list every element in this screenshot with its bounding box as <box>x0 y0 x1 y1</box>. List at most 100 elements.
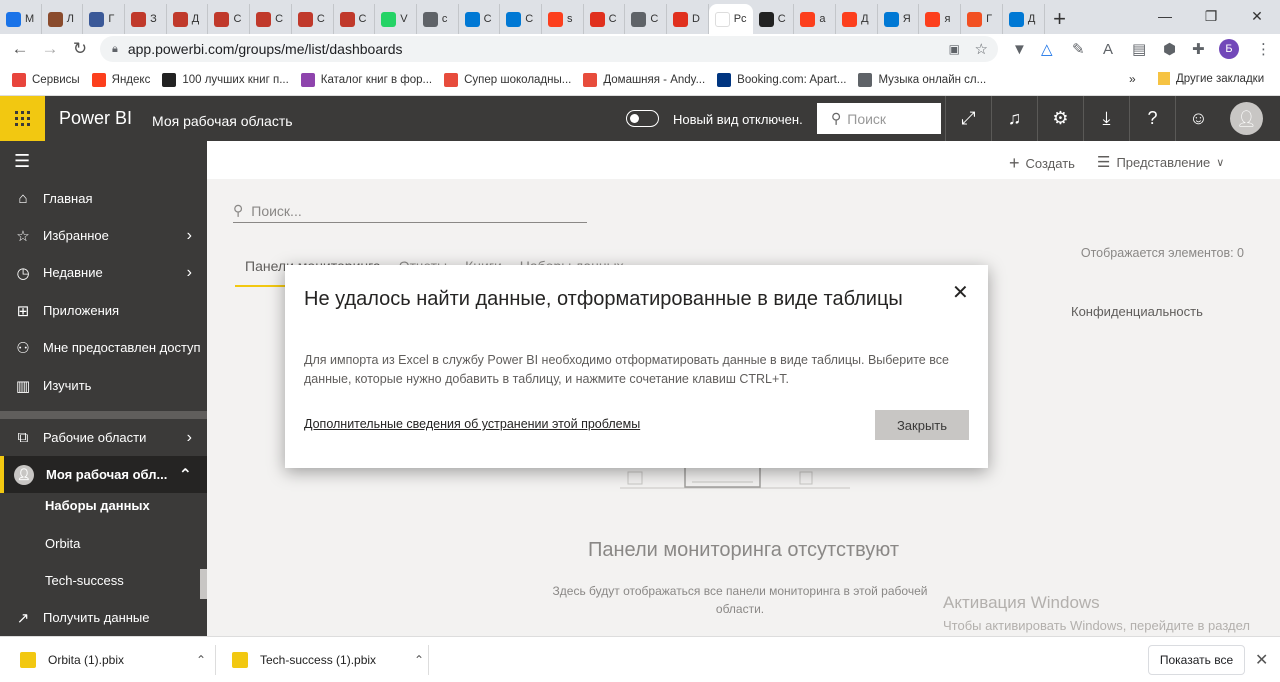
bookmark-item[interactable]: Домашняя - Andy... <box>571 72 705 87</box>
feedback-smiley-icon[interactable]: ☺ <box>1175 96 1221 141</box>
chevron-right-icon[interactable]: › <box>187 264 192 282</box>
list-icon: ☰ <box>1097 154 1111 171</box>
restore-button[interactable]: ❐ <box>1188 0 1234 32</box>
sidebar-item-shared[interactable]: ⚇ Мне предоставлен доступ <box>0 329 207 366</box>
browser-tab[interactable]: Д <box>836 4 878 34</box>
notifications-icon[interactable]: ♫ <box>991 96 1037 141</box>
back-icon[interactable]: ← <box>5 39 35 59</box>
chevron-up-icon[interactable]: ⌃ <box>179 465 192 485</box>
chevron-up-icon[interactable]: ⌃ <box>196 653 206 667</box>
bookmarks-overflow[interactable]: » <box>1129 72 1136 86</box>
browser-tab[interactable]: Pc✕ <box>708 4 753 34</box>
close-icon[interactable]: ✕ <box>952 280 969 305</box>
forward-icon[interactable]: → <box>35 39 65 59</box>
bookmark-item[interactable]: Сервисы <box>0 72 80 87</box>
browser-tab[interactable]: З <box>125 4 167 34</box>
browser-tab[interactable]: Я <box>878 4 920 34</box>
hamburger-icon[interactable]: ☰ <box>14 151 30 172</box>
cast-icon[interactable]: ▣ <box>949 42 960 56</box>
other-bookmarks[interactable]: Другие закладки <box>1158 72 1264 85</box>
bookmark-item[interactable]: Каталог книг в фор... <box>289 72 432 87</box>
puzzle-icon[interactable]: ✚ <box>1192 34 1205 64</box>
bookmark-item[interactable]: Яндекс <box>80 72 150 87</box>
extension-icon[interactable]: ⬢ <box>1163 34 1176 64</box>
close-icon[interactable]: ✕ <box>1255 650 1268 670</box>
extension-icon[interactable]: ▼ <box>1012 34 1027 64</box>
new-tab-button[interactable]: + <box>1045 4 1075 34</box>
browser-tab[interactable]: c <box>417 4 459 34</box>
download-item[interactable]: Orbita (1).pbix ⌃ <box>20 637 206 682</box>
brand-name[interactable]: Power BI <box>59 108 132 129</box>
browser-tab[interactable]: Д <box>1003 4 1045 34</box>
sidebar-item-home[interactable]: ⌂ Главная <box>0 180 207 217</box>
browser-tab[interactable]: С <box>208 4 251 34</box>
bookmark-item[interactable]: Супер шоколадны... <box>432 72 571 87</box>
profile-avatar[interactable]: Б <box>1219 39 1239 59</box>
browser-tab[interactable]: a <box>794 4 837 34</box>
download-item[interactable]: Tech-success (1).pbix ⌃ <box>232 637 424 682</box>
sidebar-item-favorites[interactable]: ☆ Избранное › <box>0 217 207 254</box>
browser-tab[interactable]: Г <box>961 4 1003 34</box>
browser-tab[interactable]: С <box>334 4 376 34</box>
browser-tab[interactable]: С <box>753 4 795 34</box>
chevron-right-icon[interactable]: › <box>187 227 192 245</box>
view-button[interactable]: ☰ Представление ∨ <box>1097 153 1224 171</box>
browser-tab[interactable]: s <box>542 4 584 34</box>
extension-icon[interactable]: ✎ <box>1072 34 1085 64</box>
bookmark-item[interactable]: 100 лучших книг п... <box>150 72 289 87</box>
browser-tab[interactable]: С <box>250 4 292 34</box>
sidebar-item-tech-success[interactable]: Tech-success <box>0 562 207 599</box>
sidebar-item-recent[interactable]: ◷ Недавние › <box>0 254 207 291</box>
sidebar-item-datasets[interactable]: Наборы данных <box>0 487 207 524</box>
settings-gear-icon[interactable]: ⚙ <box>1037 96 1083 141</box>
download-icon[interactable]: ⤓ <box>1083 96 1129 141</box>
tab-favicon-icon <box>758 11 774 27</box>
browser-tab[interactable]: V <box>375 4 417 34</box>
close-window-button[interactable]: ✕ <box>1234 0 1280 32</box>
sidebar-scrollbar[interactable] <box>200 569 207 599</box>
sidebar-item-get-data[interactable]: ↗ Получить данные <box>0 599 207 636</box>
bookmark-star-icon[interactable]: ☆ <box>975 40 988 58</box>
chevron-up-icon[interactable]: ⌃ <box>414 653 424 667</box>
sidebar-item-orbita[interactable]: Orbita <box>0 525 207 562</box>
browser-tab[interactable]: Г <box>83 4 126 34</box>
menu-icon[interactable]: ⋮ <box>1256 40 1271 58</box>
content-search-input[interactable]: ⚲ Поиск... <box>233 199 587 223</box>
sidebar-item-learn[interactable]: ▥ Изучить <box>0 367 207 404</box>
browser-tab[interactable]: С <box>625 4 667 34</box>
extension-icon[interactable]: △ <box>1041 34 1053 64</box>
browser-tab[interactable]: Д <box>167 4 209 34</box>
browser-tab[interactable]: С <box>459 4 501 34</box>
user-avatar[interactable]: 👤︎ <box>1230 102 1263 135</box>
tab-label: С <box>777 13 786 25</box>
create-button[interactable]: + Создать <box>1009 153 1075 174</box>
help-icon[interactable]: ? <box>1129 96 1175 141</box>
new-look-toggle[interactable] <box>626 110 659 127</box>
show-all-downloads-button[interactable]: Показать все <box>1148 645 1245 675</box>
sidebar-item-workspaces[interactable]: ⧉ Рабочие области › <box>0 419 207 456</box>
browser-tab[interactable]: С <box>292 4 334 34</box>
browser-tab[interactable]: М <box>0 4 42 34</box>
header-search[interactable]: ⚲ Поиск <box>817 103 941 134</box>
troubleshooting-link[interactable]: Дополнительные сведения об устранении эт… <box>304 417 640 431</box>
tab-favicon-icon <box>297 11 313 27</box>
sidebar-item-label: Избранное <box>43 228 109 243</box>
bookmark-item[interactable]: Booking.com: Apart... <box>705 72 846 87</box>
chevron-right-icon[interactable]: › <box>187 429 192 447</box>
fullscreen-icon[interactable]: ⤢ <box>945 96 991 141</box>
reload-icon[interactable]: ↻ <box>65 39 95 59</box>
address-bar[interactable]: 🔒︎ app.powerbi.com/groups/me/list/dashbo… <box>100 36 998 62</box>
close-button[interactable]: Закрыть <box>875 410 969 440</box>
bookmark-item[interactable]: Музыка онлайн сл... <box>846 72 986 87</box>
browser-tab[interactable]: D <box>667 4 709 34</box>
app-launcher-button[interactable] <box>0 96 45 141</box>
extension-icon[interactable]: ▤ <box>1132 34 1146 64</box>
extension-icon[interactable]: A <box>1103 34 1113 64</box>
sidebar-item-apps[interactable]: ⊞ Приложения <box>0 292 207 329</box>
minimize-button[interactable]: — <box>1142 0 1188 32</box>
browser-tab[interactable]: я <box>919 4 962 34</box>
browser-tab[interactable]: С <box>584 4 626 34</box>
browser-tab[interactable]: Л <box>42 4 84 34</box>
tab-label: С <box>650 13 659 25</box>
browser-tab[interactable]: С <box>500 4 542 34</box>
